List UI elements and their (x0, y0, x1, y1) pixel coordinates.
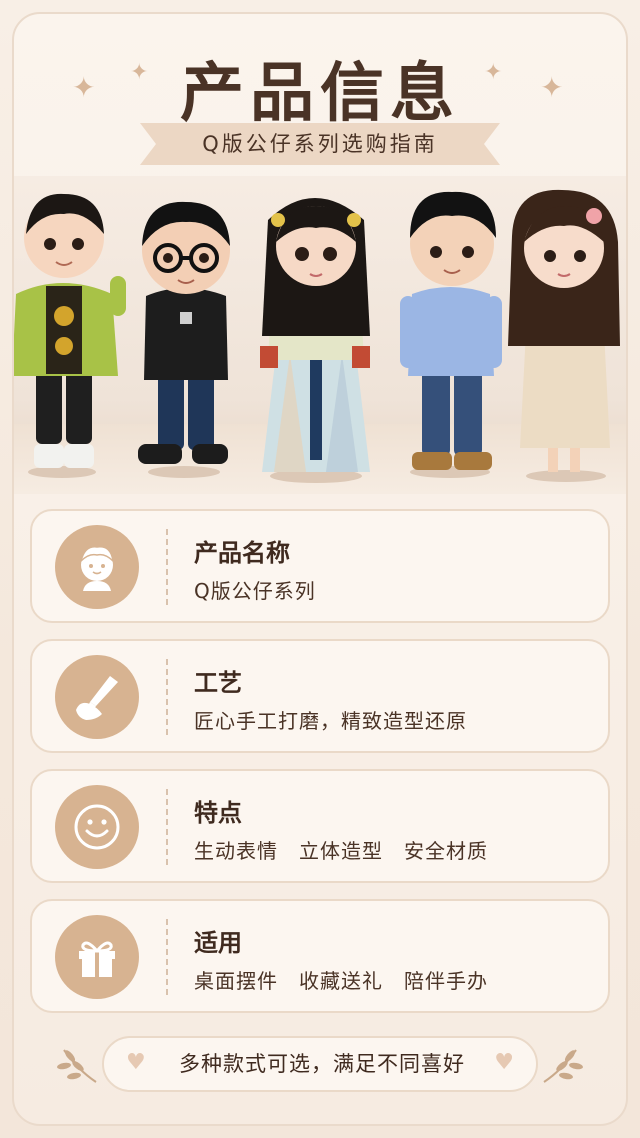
card-heading: 产品名称 (194, 539, 290, 567)
heart-icon: ♥ (494, 1050, 514, 1075)
card-description: 桌面摆件 收藏送礼 陪伴手办 (194, 969, 488, 993)
figure-glasses-boy (138, 201, 230, 478)
card-description: Q版公仔系列 (194, 579, 316, 603)
card-heading: 工艺 (194, 669, 242, 697)
card-description: 生动表情 立体造型 安全材质 (194, 839, 488, 863)
subtitle-ribbon: Q版公仔系列选购指南 (140, 123, 500, 165)
card-description: 匠心手工打磨，精致造型还原 (194, 709, 467, 733)
card-heading: 适用 (194, 929, 242, 957)
child-face-icon (55, 525, 139, 609)
figures-photo (14, 176, 626, 494)
card-divider (166, 529, 168, 605)
figure-green-boy (14, 193, 126, 478)
card-divider (166, 789, 168, 865)
page: ✦ ✦ ✦ ✦ 产品信息 Q版公仔系列选购指南 产品名称 Q版公仔系列 工艺 匠… (0, 0, 640, 1138)
leaf-branch-right-icon (543, 1049, 583, 1083)
info-card-features: 特点 生动表情 立体造型 安全材质 (30, 769, 610, 883)
card-divider (166, 659, 168, 735)
leaf-branch-left-icon (57, 1049, 97, 1083)
smiley-icon (55, 785, 139, 869)
page-title: 产品信息 (180, 57, 460, 131)
hand-brush-icon (55, 655, 139, 739)
gift-icon (55, 915, 139, 999)
footer-text: 多种款式可选，满足不同喜好 (179, 1052, 465, 1076)
figure-hanfu-girl (260, 198, 370, 483)
info-card-usage: 适用 桌面摆件 收藏送礼 陪伴手办 (30, 899, 610, 1013)
figure-blue-shirt-boy (400, 191, 502, 478)
footer-banner: ♥ 多种款式可选，满足不同喜好 ♥ (102, 1036, 538, 1092)
figures-illustration (14, 189, 620, 483)
info-card-craft: 工艺 匠心手工打磨，精致造型还原 (30, 639, 610, 753)
subtitle: Q版公仔系列选购指南 (202, 132, 438, 156)
card-heading: 特点 (194, 799, 242, 827)
card-divider (166, 919, 168, 995)
figure-long-hair-girl (508, 189, 620, 482)
info-card-name: 产品名称 Q版公仔系列 (30, 509, 610, 623)
